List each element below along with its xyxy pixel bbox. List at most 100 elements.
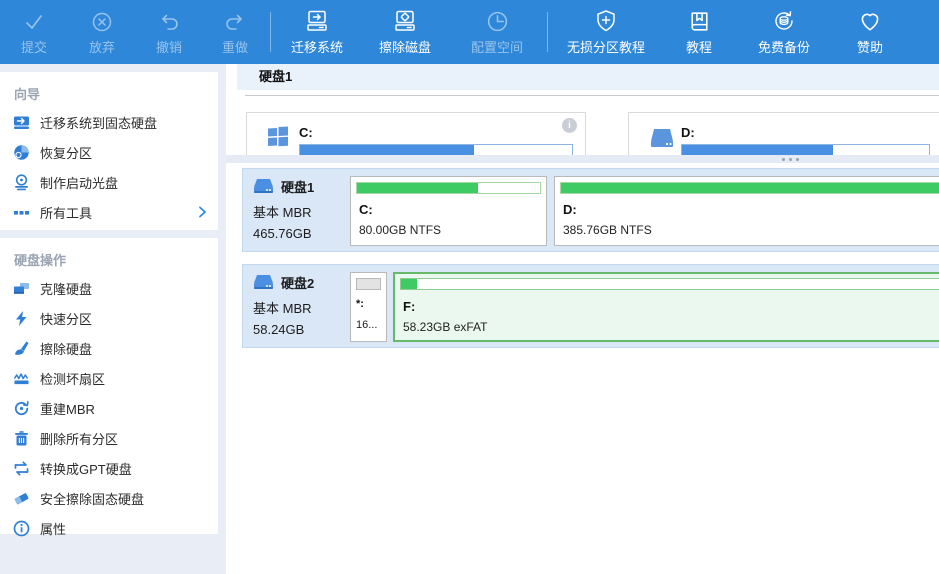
partition-usage-fill	[401, 279, 417, 289]
partition-info: 80.00GB NTFS	[359, 223, 441, 237]
ssd-migrate-icon	[13, 114, 30, 131]
undo-label: 撤销	[156, 37, 182, 56]
heart-icon	[857, 8, 883, 34]
shield-plus-icon	[593, 8, 619, 34]
disk-icon	[253, 178, 274, 195]
tab-disk1[interactable]: 硬盘1	[237, 64, 322, 90]
partition-info: 58.23GB exFAT	[403, 320, 488, 334]
splitter-handle-icon	[782, 158, 799, 161]
disk-eraser-icon	[392, 8, 418, 34]
undo-icon	[157, 8, 181, 34]
windows-logo-icon	[267, 126, 289, 148]
sidebar-item-label: 迁移系统到固态硬盘	[40, 113, 157, 132]
sidebar: 向导 迁移系统到固态硬盘 恢复分区 制作启动光盘 所有工具	[0, 64, 218, 574]
partition-d[interactable]: D: 385.76GB NTFS	[554, 176, 939, 246]
sidebar-item-label: 克隆硬盘	[40, 279, 92, 298]
sidebar-item-recover-partition[interactable]: 恢复分区	[0, 137, 218, 167]
disk-label[interactable]: 硬盘1 基本 MBR 465.76GB	[253, 177, 349, 241]
sidebar-item-migrate-os-to-ssd[interactable]: 迁移系统到固态硬盘	[0, 107, 218, 137]
disk-size: 58.24GB	[253, 322, 349, 337]
partition-usage-fill	[357, 183, 478, 193]
sidebar-section-wizards: 向导 迁移系统到固态硬盘 恢复分区 制作启动光盘 所有工具	[0, 72, 218, 230]
disk-name: 硬盘2	[281, 273, 314, 292]
tutorial-button[interactable]: 教程	[662, 0, 736, 64]
clone-disk-icon	[13, 280, 30, 297]
ellipsis-icon	[13, 204, 30, 221]
sidebar-item-label: 重建MBR	[40, 399, 95, 418]
sidebar-item-convert-to-gpt[interactable]: 转换成GPT硬盘	[0, 453, 218, 483]
sidebar-item-label: 安全擦除固态硬盘	[40, 489, 144, 508]
sidebar-item-quick-partition[interactable]: 快速分区	[0, 303, 218, 333]
sidebar-section-title: 硬盘操作	[0, 238, 218, 273]
sidebar-item-secure-erase-ssd[interactable]: 安全擦除固态硬盘	[0, 483, 218, 513]
brush-icon	[13, 340, 30, 357]
partition-unlabeled[interactable]: *: 16...	[350, 272, 387, 342]
apply-label: 提交	[21, 37, 47, 56]
sidebar-item-delete-all-partitions[interactable]: 删除所有分区	[0, 423, 218, 453]
boot-disc-icon	[13, 174, 30, 191]
partition-tutorial-button[interactable]: 无损分区教程	[550, 0, 662, 64]
sidebar-item-make-boot-disc[interactable]: 制作启动光盘	[0, 167, 218, 197]
sidebar-section-disk-operations: 硬盘操作 克隆硬盘 快速分区 擦除硬盘 检测坏扇区	[0, 238, 218, 534]
convert-arrows-icon	[13, 460, 30, 477]
wipe-disk-label: 擦除磁盘	[379, 37, 431, 56]
sidebar-item-label: 转换成GPT硬盘	[40, 459, 132, 478]
disk-row-2[interactable]: 硬盘2 基本 MBR 58.24GB *: 16... F: 58.23GB e…	[242, 264, 939, 348]
allocate-space-button[interactable]: 配置空间	[449, 0, 545, 64]
chevron-right-icon	[196, 205, 208, 219]
drive-card-d[interactable]: D:	[628, 112, 939, 155]
discard-label: 放弃	[89, 37, 115, 56]
sidebar-item-rebuild-mbr[interactable]: 重建MBR	[0, 393, 218, 423]
free-backup-label: 免费备份	[758, 37, 810, 56]
sidebar-item-properties[interactable]: 属性	[0, 513, 218, 543]
disk-map: 硬盘1 基本 MBR 465.76GB C: 80.00GB NTFS D: 3…	[226, 163, 939, 574]
panel-splitter[interactable]	[226, 155, 939, 163]
disk-type: 基本 MBR	[253, 202, 349, 221]
drive-usage-bar	[681, 144, 930, 155]
partition-letter: C:	[359, 202, 373, 217]
drive-usage-fill	[682, 145, 833, 155]
sidebar-item-label: 属性	[40, 519, 66, 538]
sidebar-section-title: 向导	[0, 72, 218, 107]
sidebar-item-label: 擦除硬盘	[40, 339, 92, 358]
drive-usage-fill	[300, 145, 474, 155]
apply-button[interactable]: 提交	[0, 0, 68, 64]
discard-button[interactable]: 放弃	[68, 0, 136, 64]
book-icon	[687, 8, 712, 34]
undo-button[interactable]: 撤销	[136, 0, 202, 64]
redo-button[interactable]: 重做	[202, 0, 268, 64]
eraser-icon	[13, 490, 30, 507]
disk-label[interactable]: 硬盘2 基本 MBR 58.24GB	[253, 273, 349, 337]
partition-usage-bar	[560, 182, 939, 194]
sidebar-item-label: 删除所有分区	[40, 429, 118, 448]
migrate-os-button[interactable]: 迁移系统	[273, 0, 361, 64]
drive-letter: C:	[299, 125, 313, 140]
migrate-os-label: 迁移系统	[291, 37, 343, 56]
main-area: 硬盘1 C: i D:	[226, 64, 939, 574]
database-sync-icon	[771, 8, 797, 34]
partition-tutorial-label: 无损分区教程	[567, 37, 645, 56]
donate-button[interactable]: 赞助	[832, 0, 908, 64]
partition-f-selected[interactable]: F: 58.23GB exFAT	[393, 272, 939, 342]
drive-card-c[interactable]: C: i	[246, 112, 586, 155]
free-backup-button[interactable]: 免费备份	[736, 0, 832, 64]
sidebar-item-check-bad-sectors[interactable]: 检测坏扇区	[0, 363, 218, 393]
redo-label: 重做	[222, 37, 248, 56]
check-icon	[22, 8, 46, 34]
drive-icon	[649, 126, 675, 150]
sidebar-item-all-tools[interactable]: 所有工具	[0, 197, 218, 227]
rebuild-refresh-icon	[13, 400, 30, 417]
wipe-disk-button[interactable]: 擦除磁盘	[361, 0, 449, 64]
sidebar-item-wipe-disk[interactable]: 擦除硬盘	[0, 333, 218, 363]
disk-type: 基本 MBR	[253, 298, 349, 317]
trash-icon	[13, 430, 30, 447]
info-badge-icon[interactable]: i	[562, 118, 577, 133]
partition-usage-fill	[357, 279, 380, 289]
disk-row-1[interactable]: 硬盘1 基本 MBR 465.76GB C: 80.00GB NTFS D: 3…	[242, 168, 939, 252]
partition-letter: D:	[563, 202, 577, 217]
partition-c[interactable]: C: 80.00GB NTFS	[350, 176, 547, 246]
disk-arrow-icon	[304, 8, 330, 34]
redo-icon	[223, 8, 247, 34]
sidebar-item-clone-disk[interactable]: 克隆硬盘	[0, 273, 218, 303]
partition-letter: F:	[403, 299, 415, 314]
